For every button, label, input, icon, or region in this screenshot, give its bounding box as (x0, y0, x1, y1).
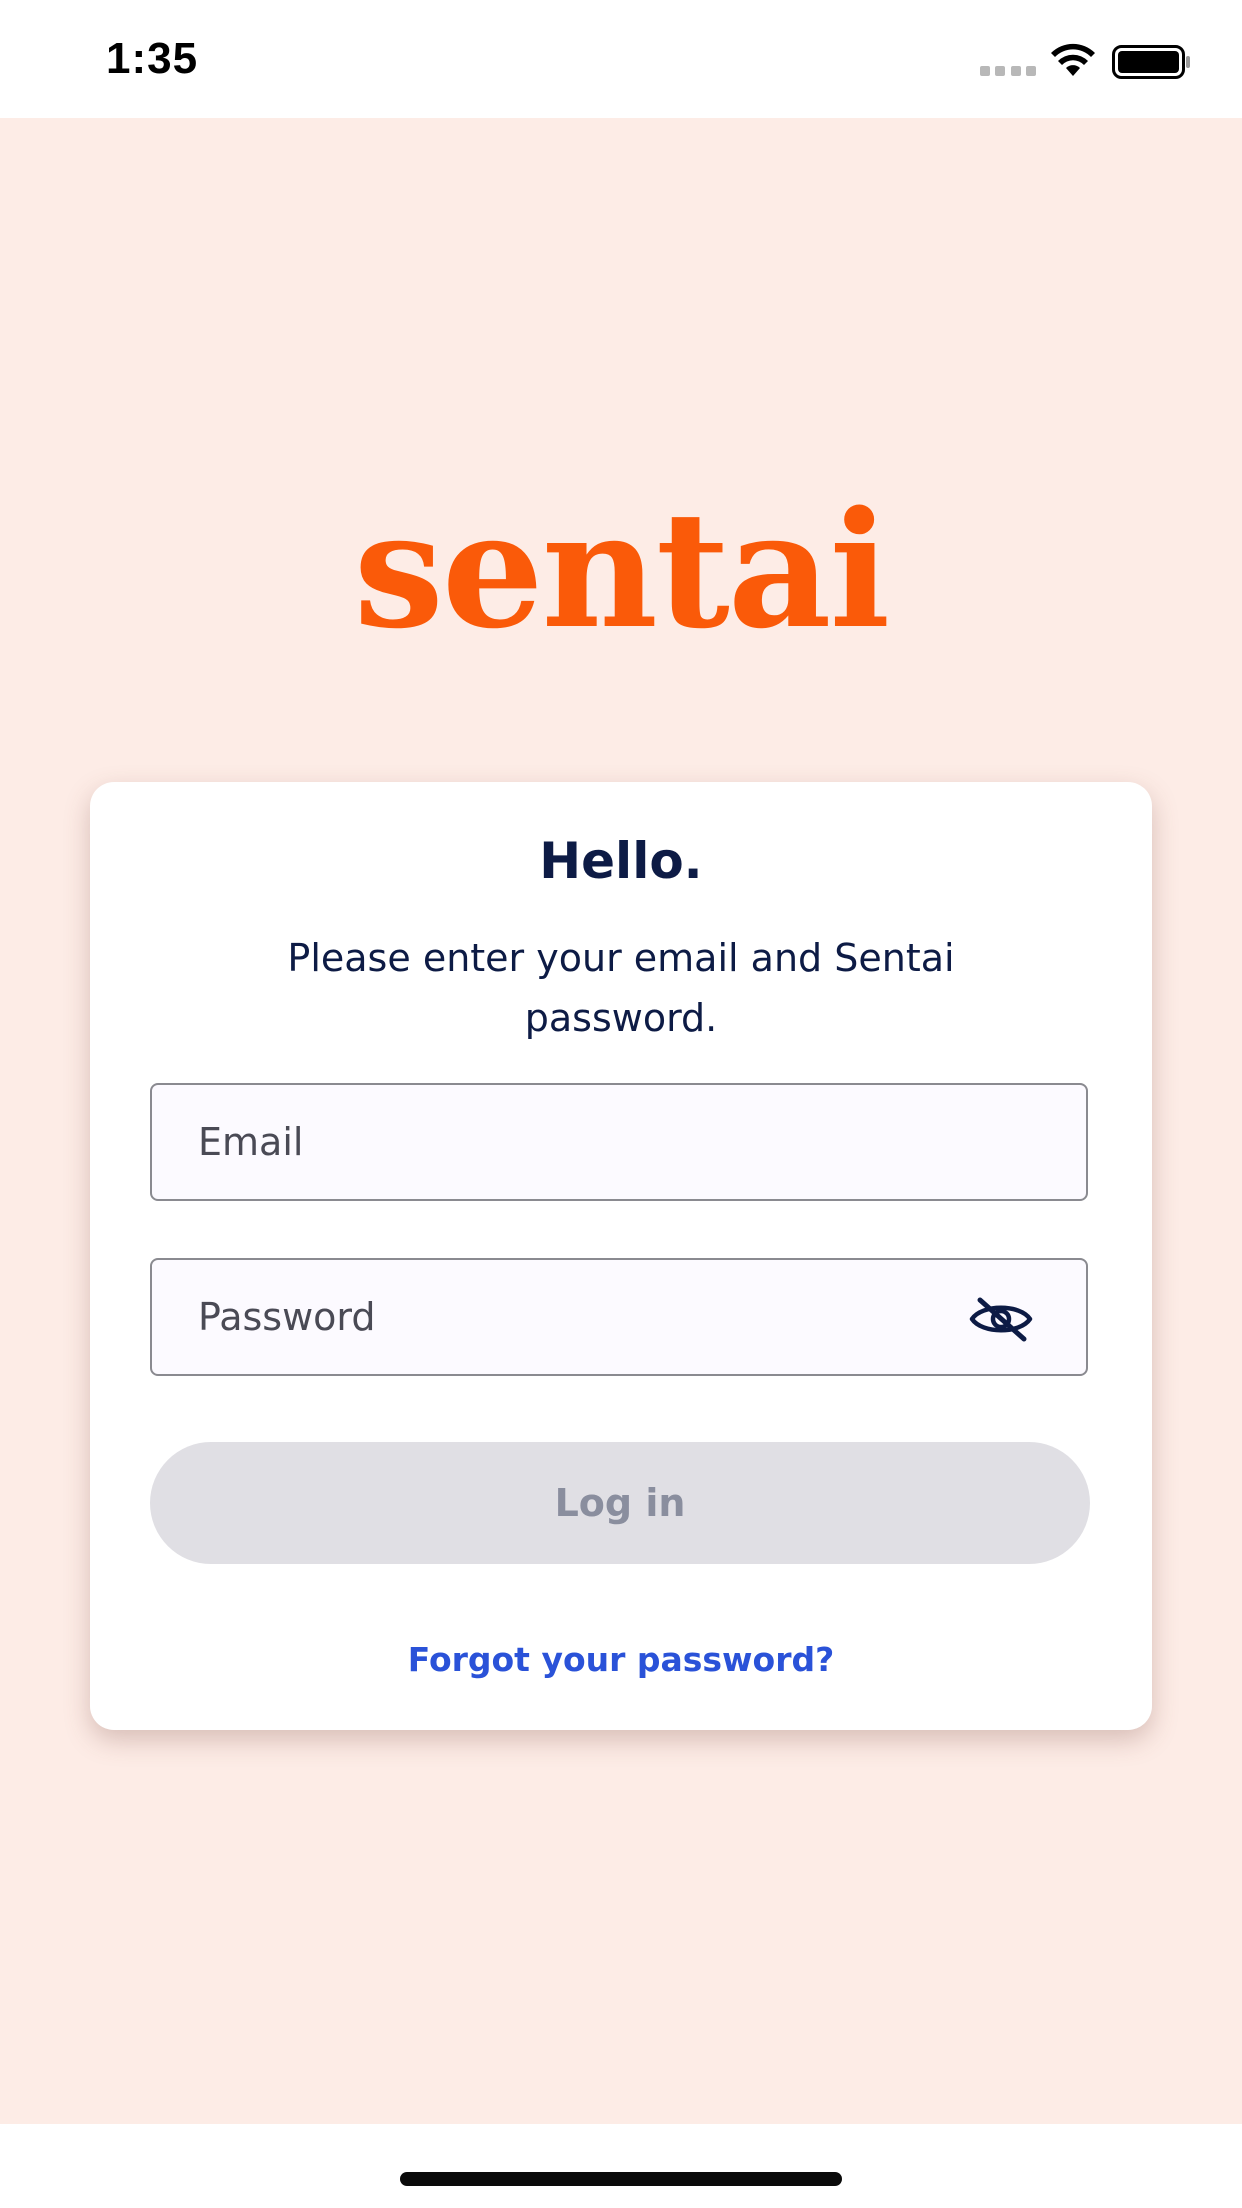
login-button[interactable]: Log in (150, 1442, 1090, 1564)
eye-slash-icon[interactable] (966, 1296, 1036, 1342)
card-title: Hello. (539, 832, 703, 890)
email-field-container (150, 1083, 1088, 1201)
password-field[interactable] (152, 1260, 1086, 1374)
home-area (0, 2124, 1242, 2208)
email-field[interactable] (152, 1085, 1086, 1199)
status-bar: 1:35 (0, 0, 1242, 118)
forgot-password-link[interactable]: Forgot your password? (90, 1640, 1152, 1679)
card-subtitle: Please enter your email and Sentai passw… (287, 936, 955, 1040)
password-field-container (150, 1258, 1088, 1376)
home-indicator[interactable] (400, 2172, 842, 2186)
wifi-icon (1051, 43, 1095, 76)
cellular-signal-icon (980, 66, 1036, 76)
sentai-logo: sentai (353, 476, 891, 664)
login-card: Hello. Please enter your email and Senta… (90, 782, 1152, 1730)
status-time: 1:35 (106, 34, 199, 83)
battery-icon (1112, 45, 1190, 79)
